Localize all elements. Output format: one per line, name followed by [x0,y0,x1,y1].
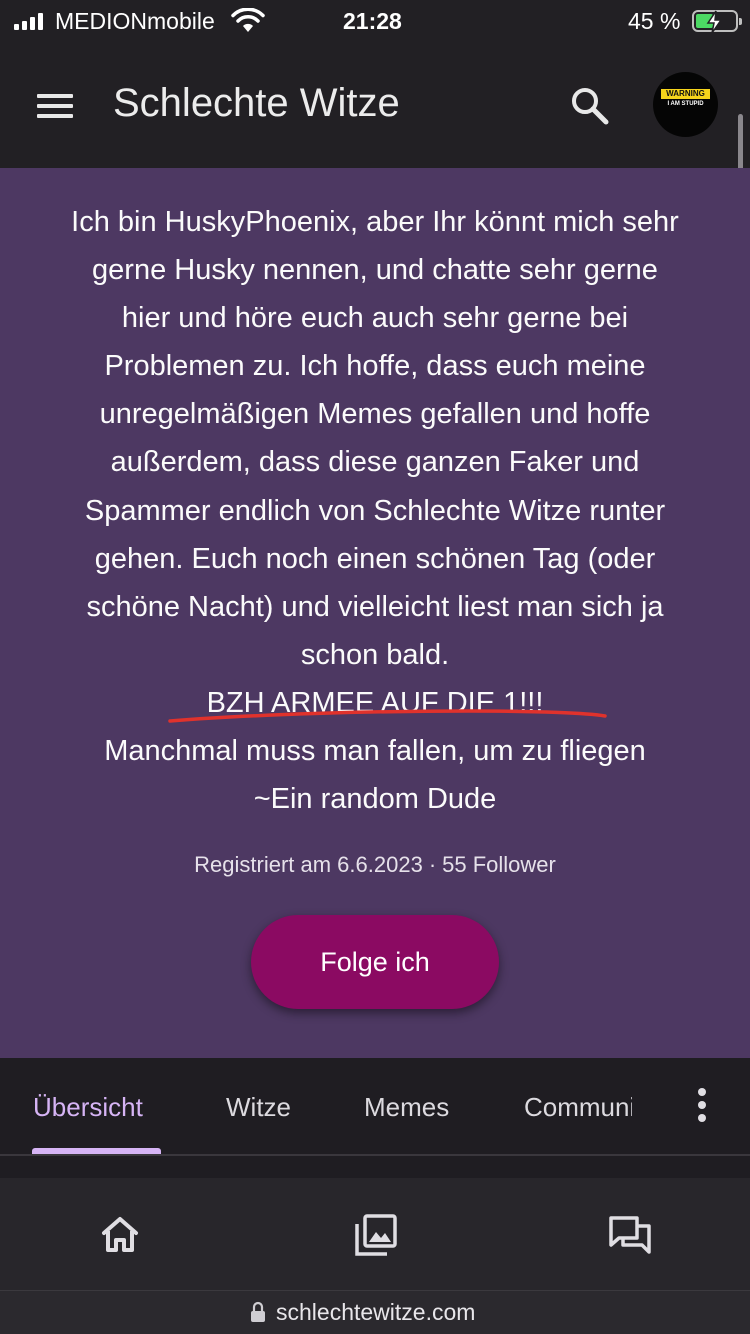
bottom-navigation [0,1178,750,1290]
tab-jokes[interactable]: Witze [226,1092,291,1123]
cellular-signal-icon [14,12,43,30]
tab-community-clip: Community [524,1092,632,1128]
tab-overview[interactable]: Übersicht [33,1092,143,1123]
status-bar: MEDIONmobile 21:28 45 % [0,0,750,44]
avatar-caption: I AM STUPID [667,101,704,107]
search-icon[interactable] [568,84,612,128]
bio-quote-author: ~Ein random Dude [253,783,497,816]
wifi-icon [231,7,265,39]
battery-icon [692,10,742,34]
avatar-warning-badge: WARNING [661,89,710,99]
bio-line: hier und höre euch auch sehr gerne bei [121,302,629,335]
gallery-icon[interactable] [353,1212,399,1258]
hamburger-menu-icon[interactable] [34,90,78,124]
tab-memes[interactable]: Memes [364,1092,449,1123]
follower-count: 55 Follower [442,852,556,877]
clock: 21:28 [343,8,402,34]
tab-community[interactable]: Community [524,1092,632,1123]
page-title: Schlechte Witze [113,81,400,125]
app-bar: Schlechte Witze WARNING I AM STUPID [0,44,750,186]
bio-line: Spammer endlich von Schlechte Witze runt… [84,494,666,527]
profile-header: Ich bin HuskyPhoenix, aber Ihr könnt mic… [0,168,750,1058]
battery-percentage: 45 % [628,8,681,34]
bio-line: außerdem, dass diese ganzen Faker und [110,446,640,479]
home-icon[interactable] [97,1212,143,1258]
bio-line: gehen. Euch noch einen schönen Tag (oder [94,542,656,575]
bio-line: schon bald. [300,638,450,671]
browser-url-bar[interactable]: schlechtewitze.com [0,1290,750,1334]
more-options-icon[interactable] [693,1088,711,1128]
profile-bio: Ich bin HuskyPhoenix, aber Ihr könnt mic… [20,198,730,823]
lock-icon [250,1301,266,1328]
profile-meta: Registriert am 6.6.2023 · 55 Follower [0,852,750,878]
user-avatar[interactable]: WARNING I AM STUPID [653,72,718,137]
meta-separator: · [428,852,437,877]
charging-bolt-icon [706,10,723,34]
bio-quote: Manchmal muss man fallen, um zu fliegen [104,735,646,768]
content-area [0,1156,750,1178]
profile-tabs: Übersicht Witze Memes Community [0,1058,750,1156]
forum-icon[interactable] [607,1212,653,1258]
registration-date: Registriert am 6.6.2023 [194,852,423,877]
bio-line: gerne Husky nennen, und chatte sehr gern… [92,254,658,287]
bio-line: Ich bin HuskyPhoenix, aber Ihr könnt mic… [71,206,679,238]
bio-line: unregelmäßigen Memes gefallen und hoffe [99,398,651,431]
carrier-name: MEDIONmobile [55,8,215,34]
red-underline-annotation [168,709,607,723]
active-tab-indicator [32,1148,161,1154]
bio-line: Problemen zu. Ich hoffe, dass euch meine [104,350,646,383]
bio-line: schöne Nacht) und vielleicht liest man s… [86,590,664,623]
follow-button[interactable]: Folge ich [251,915,499,1009]
url-text: schlechtewitze.com [276,1299,476,1325]
